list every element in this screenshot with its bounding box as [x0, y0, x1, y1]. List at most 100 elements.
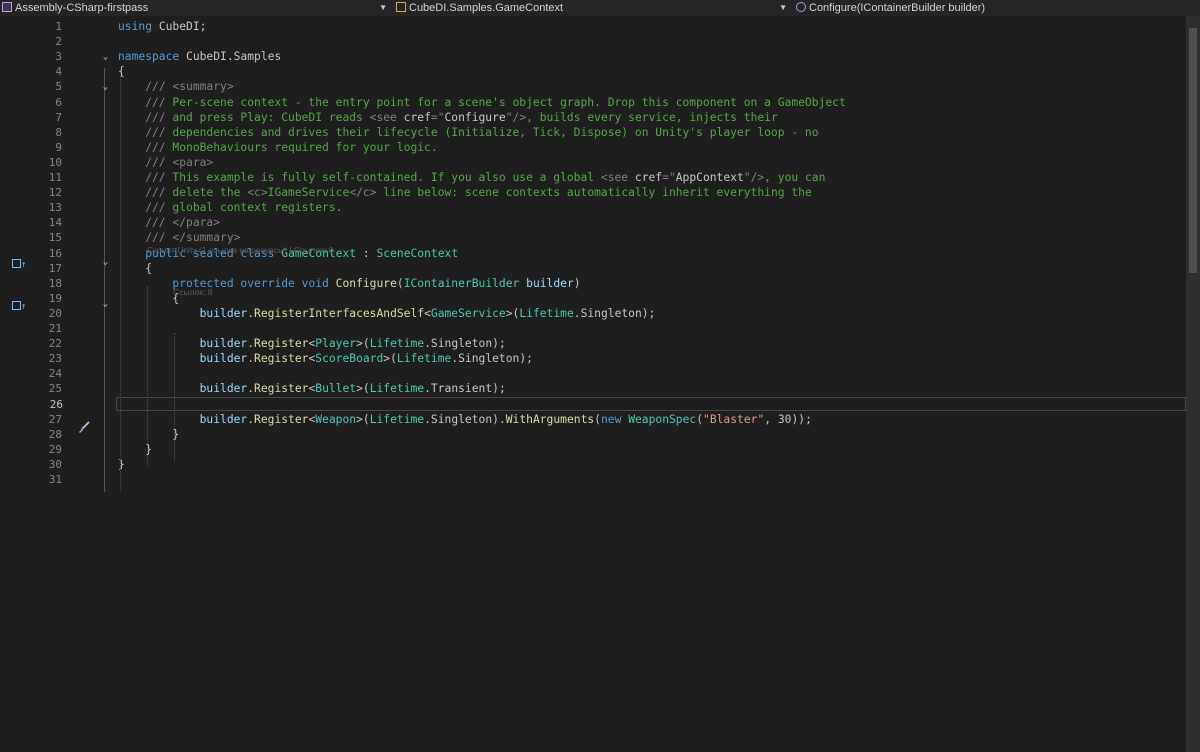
code-line[interactable]: 31 — [0, 472, 1186, 487]
line-number: 20 — [48, 306, 62, 320]
code-text: /// <para> — [118, 155, 213, 170]
code-token: WithArguments — [505, 412, 595, 426]
line-number: 29 — [48, 442, 62, 456]
code-token: MonoBehaviours required for your logic. — [165, 140, 438, 154]
fold-toggle-icon[interactable]: ⌄ — [101, 258, 110, 267]
code-line[interactable]: 12 /// delete the <c>IGameService</c> li… — [0, 185, 1186, 200]
code-token: Weapon — [315, 412, 357, 426]
line-number: 28 — [48, 427, 62, 441]
code-token: } — [118, 427, 180, 441]
code-token: >( — [356, 382, 370, 396]
code-line[interactable]: 23 builder.Register<ScoreBoard>(Lifetime… — [0, 351, 1186, 366]
code-text: { — [118, 291, 179, 306]
line-number: 31 — [48, 473, 62, 486]
chevron-down-icon: ▼ — [379, 3, 387, 12]
code-line[interactable]: 20 builder.RegisterInterfacesAndSelf<Gam… — [0, 306, 1186, 321]
code-line[interactable]: 28 } — [0, 427, 1186, 442]
code-line[interactable]: 21 — [0, 321, 1186, 336]
code-token: /// — [118, 171, 166, 184]
code-token: Player — [315, 337, 357, 351]
code-line[interactable]: 1 using CubeDI; — [0, 19, 1186, 34]
code-token: <c> — [247, 186, 268, 200]
line-number: 21 — [48, 322, 62, 335]
method-codelens[interactable]: Ссылок: 8 — [173, 287, 212, 297]
code-line[interactable]: 14 /// </para> — [0, 215, 1186, 230]
code-token: .Transient); — [424, 382, 506, 396]
line-number: 12 — [48, 186, 62, 200]
member-scope-name: Configure(IContainerBuilder builder) — [809, 2, 986, 14]
project-dropdown[interactable]: Assembly-CSharp-firstpass ▼ — [0, 0, 390, 16]
code-token: builder — [199, 337, 248, 351]
code-line[interactable]: 10 /// <para> — [0, 155, 1186, 170]
code-text: /// dependencies and drives their lifecy… — [118, 125, 818, 140]
code-line[interactable]: 13 /// global context registers. — [0, 200, 1186, 215]
code-token: AppContext — [675, 171, 744, 184]
code-line[interactable]: 30} — [0, 457, 1186, 472]
code-token: builder — [199, 412, 248, 426]
code-token: This example is fully self-contained. If… — [165, 171, 601, 184]
code-token: Configure — [335, 276, 397, 290]
code-line[interactable]: 7 /// and press Play: CubeDI reads <see … — [0, 110, 1186, 125]
code-token: cref — [634, 171, 663, 184]
code-token: IContainerBuilder — [403, 276, 520, 290]
implements-glyph-icon[interactable]: ↑ — [12, 259, 26, 271]
code-editor[interactable]: 1 using CubeDI; 2 3 namespace CubeDI.Samples… — [0, 16, 1200, 752]
code-line[interactable]: 9 /// MonoBehaviours required for your l… — [0, 140, 1186, 155]
line-number: 3 — [55, 50, 62, 64]
indent-guide — [147, 286, 148, 466]
type-scope-dropdown[interactable]: CubeDI.Samples.GameContext ▼ — [394, 0, 790, 16]
line-number: 17 — [48, 261, 62, 275]
fold-toggle-icon[interactable]: ⌄ — [101, 53, 110, 62]
code-line[interactable]: 6 /// Per-scene context - the entry poin… — [0, 95, 1186, 110]
code-token: >( — [356, 337, 370, 351]
code-line[interactable]: 27 builder.Register<Weapon>(Lifetime.Sin… — [0, 412, 1186, 427]
fold-toggle-icon[interactable]: ⌄ — [101, 83, 110, 92]
namespace-scope-line — [104, 68, 105, 492]
code-line[interactable]: 5 /// <summary> — [0, 79, 1186, 94]
method-icon — [796, 2, 806, 12]
code-line[interactable]: 2 — [0, 34, 1186, 49]
code-token: SceneContext — [376, 246, 459, 260]
quick-actions-brush-icon[interactable] — [77, 419, 91, 438]
code-line[interactable]: 3 namespace CubeDI.Samples — [0, 49, 1186, 64]
code-line[interactable]: 25 builder.Register<Bullet>(Lifetime.Tra… — [0, 381, 1186, 396]
line-number: 5 — [55, 80, 62, 94]
code-line[interactable]: 15 /// </summary> — [0, 230, 1186, 245]
code-text: /// Per-scene context - the entry point … — [118, 95, 846, 110]
code-token: ( — [594, 412, 601, 426]
vertical-scrollbar[interactable] — [1186, 16, 1200, 752]
class-codelens[interactable]: Скрипт Unity (1 ссылка на ресурсы) | Ссы… — [147, 245, 333, 255]
code-token: { — [118, 291, 180, 305]
code-line[interactable]: 17 { — [0, 261, 1186, 276]
code-token: Register — [254, 382, 309, 396]
code-text: /// <summary> — [118, 79, 233, 94]
code-token: /// </summary> — [118, 231, 241, 245]
code-token: Lifetime — [369, 412, 425, 426]
code-line[interactable]: 26 — [50, 396, 1186, 411]
code-line[interactable]: 22 builder.Register<Player>(Lifetime.Sin… — [0, 336, 1186, 351]
code-token: Bullet — [315, 382, 357, 396]
fold-toggle-icon[interactable]: ⌄ — [101, 300, 110, 309]
code-token: =" — [662, 171, 676, 184]
code-token: <see — [369, 110, 404, 124]
code-text: /// delete the <c>IGameService</c> line … — [118, 185, 812, 200]
code-token: /// </para> — [118, 216, 221, 230]
code-token: CubeDI.Samples — [179, 50, 282, 64]
override-glyph-icon[interactable]: ↑ — [12, 301, 26, 313]
code-token: ScoreBoard — [315, 352, 384, 366]
code-line[interactable]: 24 — [0, 366, 1186, 381]
code-token: >( — [505, 306, 520, 320]
code-token: namespace — [118, 50, 180, 64]
member-scope-dropdown[interactable]: Configure(IContainerBuilder builder) — [794, 0, 1200, 16]
code-line[interactable]: 8 /// dependencies and drives their life… — [0, 125, 1186, 140]
code-line[interactable]: 29 } — [0, 442, 1186, 457]
line-number: 30 — [48, 457, 62, 471]
code-line[interactable]: 4{ — [0, 64, 1186, 79]
navigation-bar: Assembly-CSharp-firstpass ▼ CubeDI.Sampl… — [0, 0, 1200, 16]
line-number: 9 — [55, 140, 62, 154]
code-line[interactable]: 11 /// This example is fully self-contai… — [0, 170, 1186, 185]
scrollbar-thumb[interactable] — [1189, 28, 1197, 273]
